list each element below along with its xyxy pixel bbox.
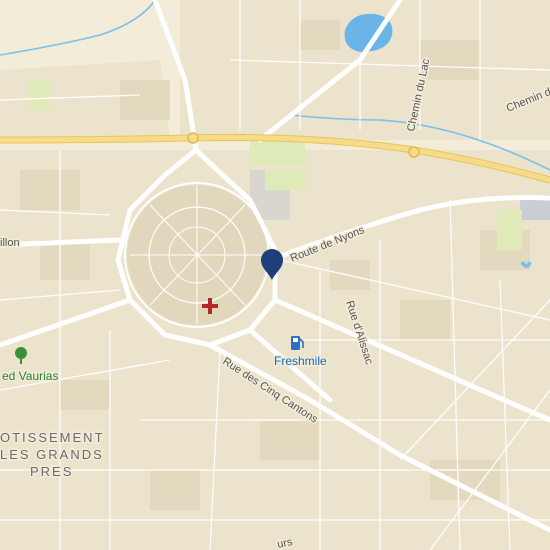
old-town	[124, 182, 270, 328]
roundabout-west	[187, 132, 199, 144]
label-road-bottom: urs	[276, 536, 294, 550]
label-lotissement-1: OTISSEMENT	[0, 430, 105, 445]
label-lotissement-2: LES GRANDS	[0, 447, 104, 462]
label-lotissement-3: PRES	[30, 464, 73, 479]
label-freshmile[interactable]: Freshmile	[273, 353, 329, 370]
label-road-west: illon	[0, 237, 20, 249]
label-place-green: ed Vaurias	[2, 369, 58, 383]
map-canvas[interactable]: Route de Nyons Rue des Cinq Cantons Rue …	[0, 0, 550, 550]
roundabout-east	[408, 146, 420, 158]
